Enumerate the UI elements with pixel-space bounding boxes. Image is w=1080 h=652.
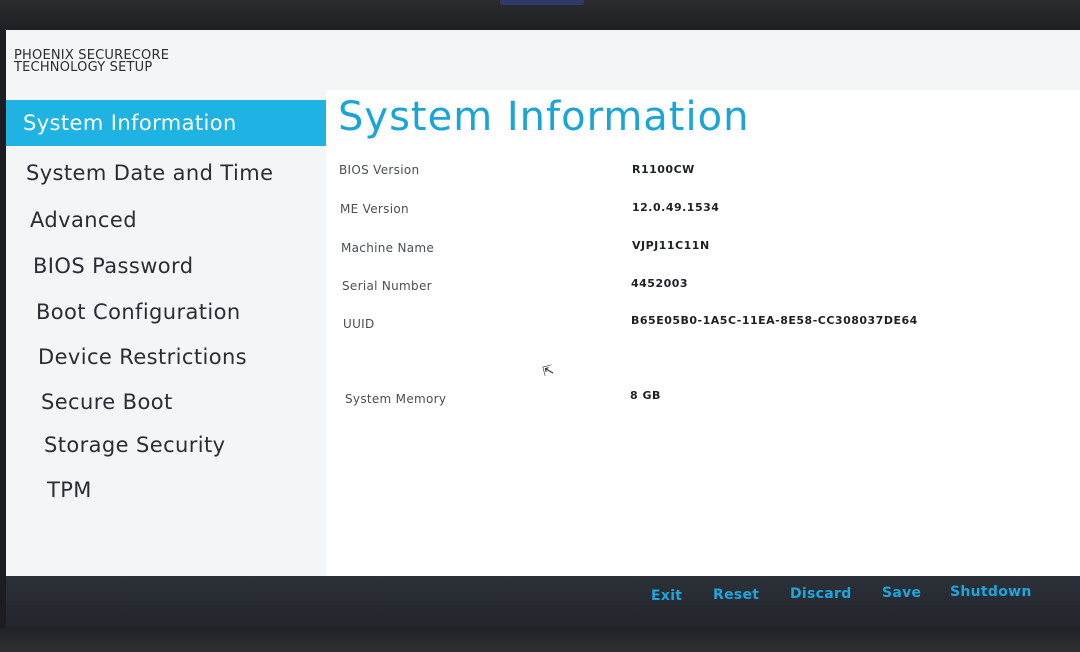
sidebar-item-label: Device Restrictions: [38, 345, 248, 369]
exit-button[interactable]: Exit: [651, 588, 682, 604]
sidebar-item-label: Boot Configuration: [36, 300, 241, 324]
serial-number-value: 4452003: [631, 277, 689, 290]
sidebar-item-advanced[interactable]: Advanced: [6, 197, 137, 243]
shutdown-button[interactable]: Shutdown: [950, 584, 1032, 600]
sidebar-item-system-information[interactable]: System Information: [6, 100, 326, 146]
bios-version-label: BIOS Version: [339, 163, 420, 177]
sidebar-item-storage-security[interactable]: Storage Security: [6, 422, 225, 468]
sidebar-item-label: Storage Security: [44, 433, 226, 457]
webcam-indicator: [500, 0, 584, 5]
bios-screen: PHOENIX SECURECORE TECHNOLOGY SETUP Syst…: [6, 30, 1080, 628]
reset-button[interactable]: Reset: [713, 587, 759, 603]
sidebar-item-tpm[interactable]: TPM: [6, 467, 92, 513]
me-version-label: ME Version: [340, 202, 409, 216]
uuid-label: UUID: [343, 317, 375, 331]
system-memory-value: 8 GB: [630, 389, 661, 402]
brand-line-2: TECHNOLOGY SETUP: [14, 60, 153, 75]
machine-name-label: Machine Name: [341, 241, 435, 255]
page-title: System Information: [338, 94, 750, 140]
brand-logo: PHOENIX SECURECORE TECHNOLOGY SETUP: [14, 49, 169, 75]
sidebar-nav: System Information System Date and Time …: [6, 100, 326, 576]
screen-bezel-top: [0, 0, 1080, 30]
screen-bezel-bottom: [0, 628, 1080, 652]
footer-bar: Exit Reset Discard Save Shutdown: [6, 576, 1080, 628]
discard-button[interactable]: Discard: [790, 586, 852, 602]
me-version-value: 12.0.49.1534: [632, 201, 720, 214]
sidebar-item-system-date-and-time[interactable]: System Date and Time: [6, 150, 273, 196]
sidebar-item-label: System Information: [23, 111, 237, 135]
sidebar-item-bios-password[interactable]: BIOS Password: [6, 243, 193, 289]
sidebar-item-label: TPM: [47, 478, 92, 502]
bios-version-value: R1100CW: [632, 163, 695, 176]
sidebar-item-label: Advanced: [30, 208, 137, 232]
sidebar-item-label: BIOS Password: [33, 254, 194, 278]
sidebar-item-label: System Date and Time: [26, 161, 274, 185]
main-panel: System Information BIOS Version R1100CW …: [326, 90, 1080, 576]
sidebar-item-boot-configuration[interactable]: Boot Configuration: [6, 289, 241, 335]
system-memory-label: System Memory: [345, 392, 447, 406]
sidebar-item-device-restrictions[interactable]: Device Restrictions: [6, 334, 247, 380]
uuid-value: B65E05B0-1A5C-11EA-8E58-CC308037DE64: [631, 314, 918, 327]
save-button[interactable]: Save: [882, 585, 921, 601]
sidebar-item-label: Secure Boot: [41, 390, 173, 414]
machine-name-value: VJPJ11C11N: [632, 239, 710, 252]
sidebar-item-secure-boot[interactable]: Secure Boot: [6, 379, 173, 425]
serial-number-label: Serial Number: [342, 279, 432, 293]
